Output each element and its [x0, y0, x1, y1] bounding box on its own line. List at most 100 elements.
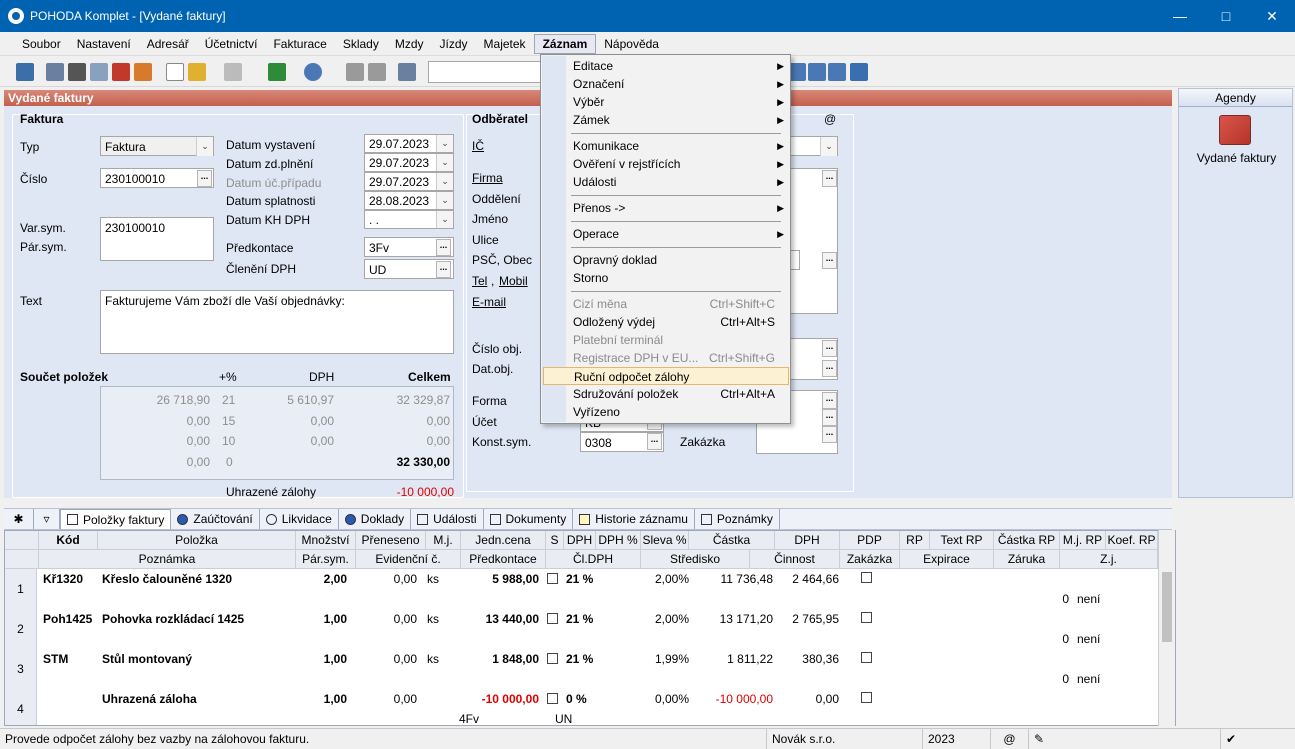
menu-item-vyber[interactable]: Výběr ▶ [567, 93, 789, 111]
menu-fakturace[interactable]: Fakturace [265, 35, 334, 53]
cell-kod[interactable]: Poh1425 [43, 609, 92, 629]
cell-sleva[interactable]: 2,00% [639, 609, 689, 629]
filter-icon[interactable] [224, 63, 242, 81]
menu-item-vyrizeno[interactable]: Vyřízeno [567, 403, 789, 421]
col-zaruka[interactable]: Záruka [994, 550, 1060, 568]
cell-nazev[interactable]: Křeslo čalouněné 1320 [102, 569, 232, 589]
col-polozka[interactable]: Položka [98, 531, 296, 549]
ellipsis-icon[interactable]: ... [822, 340, 837, 357]
export-icon[interactable] [134, 63, 152, 81]
text-area[interactable]: Fakturujeme Vám zboží dle Vaší objednávk… [100, 290, 454, 354]
cell-dph-value[interactable]: 2 464,66 [775, 569, 839, 589]
menu-napoveda[interactable]: Nápověda [596, 35, 667, 53]
menu-ucetnictvi[interactable]: Účetnictví [197, 35, 266, 53]
checkbox[interactable] [547, 693, 558, 704]
tab-udalosti[interactable]: Události [411, 509, 484, 529]
col-rp[interactable]: RP [900, 531, 930, 549]
cell-predkontace[interactable]: 4Fv [459, 709, 479, 725]
checkbox[interactable] [861, 572, 872, 583]
close-button[interactable]: ✕ [1249, 0, 1295, 32]
col-text-rp[interactable]: Text RP [930, 531, 994, 549]
ellipsis-icon[interactable]: ... [822, 409, 837, 426]
menu-item-odlozeny-vydej[interactable]: Odložený výdej Ctrl+Alt+S [567, 313, 789, 331]
calendar-dropdown-icon[interactable]: ⌄ [436, 173, 453, 190]
ellipsis-icon[interactable]: ... [822, 426, 837, 443]
ellipsis-icon[interactable]: ... [647, 433, 662, 450]
row-number[interactable]: 2 [5, 609, 37, 649]
calendar-dropdown-icon[interactable]: ⌄ [436, 192, 453, 209]
col-mj[interactable]: M.j. [426, 531, 461, 549]
cell-kod[interactable]: Kř1320 [43, 569, 83, 589]
col-castka[interactable]: Částka [689, 531, 775, 549]
settings-icon[interactable] [304, 63, 322, 81]
cell-zj[interactable]: není [1077, 669, 1100, 689]
cell-zj[interactable]: není [1077, 629, 1100, 649]
col-mnozstvi[interactable]: Množství [296, 531, 356, 549]
grid-scrollbar[interactable] [1158, 530, 1175, 726]
ellipsis-icon[interactable]: ... [822, 252, 837, 269]
menu-jizdy[interactable]: Jízdy [432, 35, 476, 53]
menu-soubor[interactable]: Soubor [14, 35, 69, 53]
cell-cena[interactable]: 1 848,00 [457, 649, 539, 669]
col-pdp[interactable]: PDP [840, 531, 900, 549]
cell-mnozstvi[interactable]: 1,00 [295, 689, 347, 709]
cell-zaruka[interactable]: 0 [1045, 629, 1069, 649]
menu-item-opravny-doklad[interactable]: Opravný doklad [567, 251, 789, 269]
col-s[interactable]: S [546, 531, 564, 549]
cell-mj[interactable]: ks [427, 649, 439, 669]
copy-icon[interactable] [46, 63, 64, 81]
cell-sleva[interactable]: 2,00% [639, 569, 689, 589]
print-icon[interactable] [68, 63, 86, 81]
back-arrow-icon[interactable] [268, 63, 286, 81]
cell-cena[interactable]: 13 440,00 [457, 609, 539, 629]
cell-preneseno[interactable]: 0,00 [355, 689, 417, 709]
scroll-thumb[interactable] [1162, 572, 1172, 642]
cell-mj[interactable]: ks [427, 569, 439, 589]
tab-polozky[interactable]: Položky faktury [60, 509, 172, 529]
cell-cena[interactable]: 5 988,00 [457, 569, 539, 589]
cell-preneseno[interactable]: 0,00 [355, 569, 417, 589]
minimize-button[interactable]: — [1157, 0, 1203, 32]
row-number[interactable]: 4 [5, 689, 37, 725]
quick-search-input[interactable] [428, 61, 542, 83]
cell-preneseno[interactable]: 0,00 [355, 609, 417, 629]
menu-nastaveni[interactable]: Nastavení [69, 35, 139, 53]
calendar-dropdown-icon[interactable]: ⌄ [436, 211, 453, 228]
cell-castka[interactable]: -10 000,00 [693, 689, 773, 709]
pdf-icon[interactable] [112, 63, 130, 81]
col-cinnost[interactable]: Činnost [750, 550, 840, 568]
ellipsis-icon[interactable]: ... [822, 170, 837, 187]
save-icon[interactable] [346, 63, 364, 81]
obec-input[interactable] [790, 250, 800, 270]
col-koef-rp[interactable]: Koef. RP [1106, 531, 1158, 549]
menu-item-operace[interactable]: Operace ▶ [567, 225, 789, 243]
cell-zj[interactable]: není [1077, 589, 1100, 609]
menu-adresar[interactable]: Adresář [139, 35, 197, 53]
funnel-icon[interactable]: ▿ [34, 509, 60, 529]
tab-doklady[interactable]: Doklady [339, 509, 412, 529]
agenda-icon[interactable] [16, 63, 34, 81]
menu-item-cizi-mena[interactable]: Cizí měna Ctrl+Shift+C [567, 295, 789, 313]
checkbox[interactable] [861, 652, 872, 663]
menu-item-komunikace[interactable]: Komunikace ▶ [567, 137, 789, 155]
col-dph[interactable]: DPH [564, 531, 596, 549]
chevron-down-icon[interactable]: ⌄ [820, 137, 837, 156]
col-sleva[interactable]: Sleva % [641, 531, 689, 549]
col-preneseno[interactable]: Přeneseno [356, 531, 426, 549]
menu-item-prenos[interactable]: Přenos -> ▶ [567, 199, 789, 217]
row-number[interactable]: 1 [5, 569, 37, 609]
calendar-dropdown-icon[interactable]: ⌄ [436, 135, 453, 152]
cell-mnozstvi[interactable]: 1,00 [295, 649, 347, 669]
chevron-down-icon[interactable]: ⌄ [196, 137, 213, 156]
ellipsis-icon[interactable]: ... [822, 392, 837, 409]
col-zj[interactable]: Z.j. [1060, 550, 1158, 568]
menu-majetek[interactable]: Majetek [476, 35, 534, 53]
menu-item-udalosti[interactable]: Události ▶ [567, 173, 789, 191]
checkbox[interactable] [547, 573, 558, 584]
calendar-dropdown-icon[interactable]: ⌄ [436, 154, 453, 171]
menu-item-overeni[interactable]: Ověření v rejstřících ▶ [567, 155, 789, 173]
cell-dph[interactable]: 21 % [566, 649, 593, 669]
tab-historie[interactable]: Historie záznamu [573, 509, 695, 529]
cell-dph[interactable]: 21 % [566, 569, 593, 589]
col-castka-rp[interactable]: Částka RP [994, 531, 1060, 549]
